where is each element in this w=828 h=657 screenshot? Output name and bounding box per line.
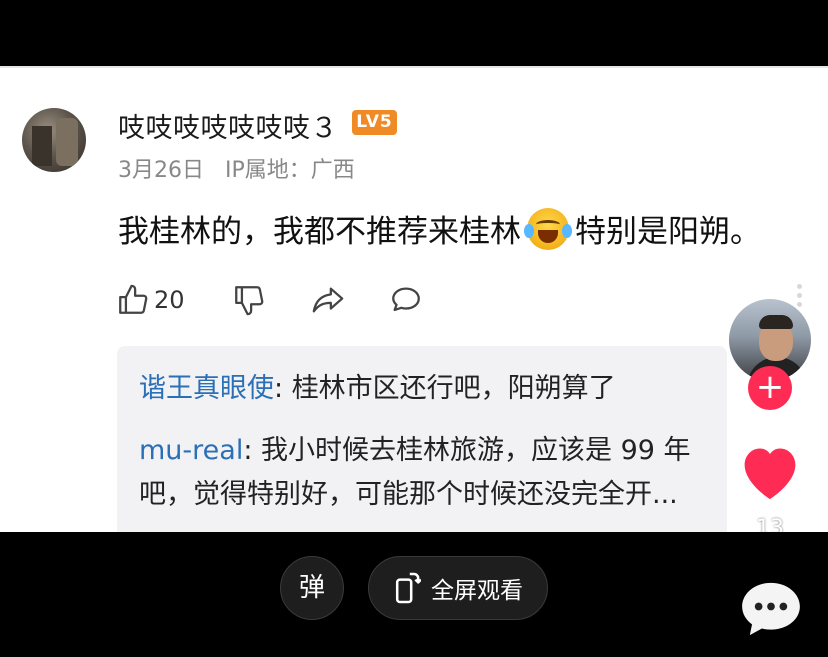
heart-icon [744,448,796,500]
reply-author[interactable]: mu-real [139,435,243,466]
dislike-button[interactable] [232,280,266,320]
divider [0,66,828,68]
share-button[interactable] [310,280,346,320]
reply-preview-box[interactable]: 谐王真眼使: 桂林市区还行吧，阳朔算了 mu-real: 我小时候去桂林旅游，应… [117,346,727,546]
reply-text: 桂林市区还行吧，阳朔算了 [291,373,616,404]
comment-date: 3月26日 [118,158,204,183]
share-icon [312,287,344,313]
fullscreen-label: 全屏观看 [431,578,523,604]
comment-text-part2: 特别是阳朔。 [575,214,761,250]
comment-text-part1: 我桂林的，我都不推荐来桂林 [118,214,521,250]
comment-bubble-icon [392,287,420,312]
fullscreen-button[interactable]: 全屏观看 [368,556,548,620]
comments-button[interactable] [738,580,804,642]
like-video-button[interactable] [736,440,804,506]
reply-text-continued: 吧，觉得特别好，可能那个时候还没完全开... [139,479,678,510]
comment-meta: 3月26日 IP属地：广西 [118,152,355,184]
comment-text[interactable]: 我桂林的，我都不推荐来桂林 特别是阳朔。 [118,206,761,251]
follow-button[interactable]: + [748,366,792,410]
reply-separator: : [274,373,292,404]
reply-item[interactable]: 谐王真眼使: 桂林市区还行吧，阳朔算了 [139,368,616,410]
thumbs-down-icon [235,286,264,316]
reply-author[interactable]: 谐王真眼使 [139,373,274,404]
danmu-button[interactable]: 弹 [280,556,344,620]
commenter-avatar[interactable] [22,108,86,172]
rotate-phone-icon [395,572,421,604]
ip-location: IP属地：广西 [225,158,355,183]
reply-text: 我小时候去桂林旅游，应该是 99 年 [261,435,691,466]
thumbs-up-icon [119,284,148,314]
reply-separator: : [243,435,262,466]
level-badge: LV5 [352,110,397,135]
like-count: 20 [154,286,185,314]
like-button[interactable]: 20 [116,280,185,320]
reply-item[interactable]: mu-real: 我小时候去桂林旅游，应该是 99 年 [139,430,691,472]
comment-dots-icon [742,582,800,636]
crying-laughing-face-icon [524,207,572,250]
reply-button[interactable] [388,280,424,320]
video-top-area [0,0,828,66]
commenter-username[interactable]: 吱吱吱吱吱吱吱３ [118,106,338,145]
